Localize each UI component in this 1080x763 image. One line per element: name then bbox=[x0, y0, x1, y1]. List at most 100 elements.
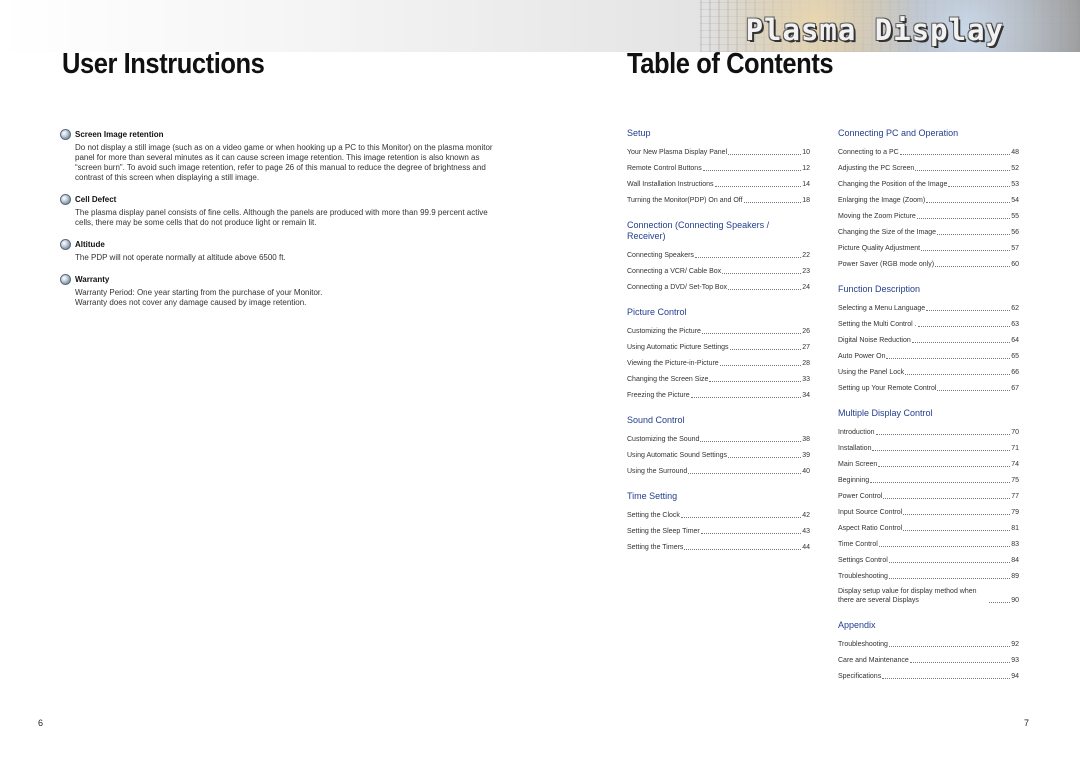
toc-section: Picture Control Customizing the Picture 26… bbox=[627, 307, 810, 403]
toc-entry[interactable]: Setting the Sleep Timer 43 bbox=[627, 523, 810, 539]
toc-entry-page: 89 bbox=[1011, 573, 1019, 580]
toc-entry[interactable]: Using the Panel Lock 66 bbox=[838, 364, 1019, 380]
toc-entry-page: 62 bbox=[1011, 305, 1019, 312]
toc-entry[interactable]: Setting up Your Remote Control 67 bbox=[838, 380, 1019, 396]
toc-entry-page: 27 bbox=[802, 344, 810, 351]
dot-leader bbox=[903, 530, 1011, 531]
dot-leader bbox=[926, 310, 1011, 311]
toc-entry[interactable]: Care and Maintenance 93 bbox=[838, 652, 1019, 668]
toc-entry[interactable]: Viewing the Picture-in-Picture 28 bbox=[627, 355, 810, 371]
toc-entry[interactable]: Customizing the Picture 26 bbox=[627, 323, 810, 339]
toc-section: Appendix Troubleshooting 92 Care and Mainte… bbox=[838, 620, 1019, 684]
toc-entry-label: Time Control bbox=[838, 541, 878, 548]
toc-entry[interactable]: Specifications 94 bbox=[838, 668, 1019, 684]
toc-entry[interactable]: Troubleshooting 89 bbox=[838, 568, 1019, 584]
toc-entry[interactable]: Using the Surround 40 bbox=[627, 463, 810, 479]
toc-entry-label: Turning the Monitor(PDP) On and Off bbox=[627, 197, 743, 204]
dot-leader bbox=[886, 358, 1011, 359]
toc-entry[interactable]: Installation 71 bbox=[838, 440, 1019, 456]
toc-entry[interactable]: Setting the Timers 44 bbox=[627, 539, 810, 555]
toc-entry-label: Setting the Sleep Timer bbox=[627, 528, 700, 535]
toc-entry-label: Selecting a Menu Language bbox=[838, 305, 926, 312]
toc-entry[interactable]: Power Control 77 bbox=[838, 488, 1019, 504]
toc-entry[interactable]: Beginning 75 bbox=[838, 472, 1019, 488]
toc-entry[interactable]: Freezing the Picture 34 bbox=[627, 387, 810, 403]
toc-entry-label: Customizing the Sound bbox=[627, 436, 700, 443]
toc-section: Multiple Display Control Introduction 70 In… bbox=[838, 408, 1019, 608]
toc-entry[interactable]: Moving the Zoom Picture 55 bbox=[838, 208, 1019, 224]
toc-entry[interactable]: Main Screen 74 bbox=[838, 456, 1019, 472]
dot-leader bbox=[701, 333, 802, 334]
toc-entry[interactable]: Connecting a DVD/ Set-Top Box 24 bbox=[627, 279, 810, 295]
toc-section-title: Picture Control bbox=[627, 307, 687, 317]
toc-entry[interactable]: Power Saver (RGB mode only) 60 bbox=[838, 256, 1019, 272]
dot-leader bbox=[911, 342, 1011, 343]
toc-entry[interactable]: Turning the Monitor(PDP) On and Off 18 bbox=[627, 192, 810, 208]
toc-entry[interactable]: Using Automatic Picture Settings 27 bbox=[627, 339, 810, 355]
dot-leader bbox=[870, 482, 1011, 483]
toc-entry[interactable]: Changing the Screen Size 33 bbox=[627, 371, 810, 387]
note-body: The plasma display panel consists of fin… bbox=[60, 208, 500, 228]
toc-entry-label: Moving the Zoom Picture bbox=[838, 213, 916, 220]
note-title-text: Screen Image retention bbox=[75, 129, 164, 139]
dot-leader bbox=[728, 289, 802, 290]
note-section: Altitude The PDP will not operate normall… bbox=[60, 238, 500, 263]
toc-entry[interactable]: Connecting a VCR/ Cable Box 23 bbox=[627, 263, 810, 279]
toc-entry[interactable]: Introduction 70 bbox=[838, 424, 1019, 440]
toc-entry[interactable]: Time Control 83 bbox=[838, 536, 1019, 552]
toc-section-title: Connecting PC and Operation bbox=[838, 128, 959, 138]
toc-entry[interactable]: Picture Quality Adjustment 57 bbox=[838, 240, 1019, 256]
toc-entry-page: 18 bbox=[802, 197, 810, 204]
dot-leader bbox=[888, 562, 1011, 563]
dot-leader bbox=[926, 202, 1011, 203]
toc-entry-label: Care and Maintenance bbox=[838, 657, 909, 664]
toc-entry-page: 79 bbox=[1011, 509, 1019, 516]
toc-section-title: Time Setting bbox=[627, 491, 678, 501]
toc-entry-label: Setting the Timers bbox=[627, 544, 684, 551]
dot-leader bbox=[709, 381, 802, 382]
toc-entry-page: 14 bbox=[802, 181, 810, 188]
toc-entry-label: Introduction bbox=[838, 429, 875, 436]
toc-entry[interactable]: Connecting Speakers 22 bbox=[627, 247, 810, 263]
toc-entry-label: Power Control bbox=[838, 493, 883, 500]
toc-entry-label: Digital Noise Reduction bbox=[838, 337, 911, 344]
toc-entry-page: 26 bbox=[802, 328, 810, 335]
toc-column-left: Setup Your New Plasma Display Panel 10 Remo… bbox=[627, 128, 810, 567]
toc-entry[interactable]: Setting the Clock 42 bbox=[627, 507, 810, 523]
bullet-icon bbox=[60, 273, 71, 285]
toc-entry[interactable]: Selecting a Menu Language 62 bbox=[838, 300, 1019, 316]
dot-leader bbox=[888, 646, 1011, 647]
toc-entry[interactable]: Input Source Control 79 bbox=[838, 504, 1019, 520]
toc-entry-page: 34 bbox=[802, 392, 810, 399]
toc-entry-label: Changing the Position of the Image bbox=[838, 181, 948, 188]
toc-entry-page: 64 bbox=[1011, 337, 1019, 344]
toc-entry[interactable]: Display setup value for display method w… bbox=[838, 584, 1019, 608]
toc-entry[interactable]: Changing the Position of the Image 53 bbox=[838, 176, 1019, 192]
toc-entry[interactable]: Aspect Ratio Control 81 bbox=[838, 520, 1019, 536]
dot-leader bbox=[937, 390, 1011, 391]
dot-leader bbox=[728, 457, 802, 458]
toc-entry[interactable]: Customizing the Sound 38 bbox=[627, 431, 810, 447]
toc-entry[interactable]: Settings Control 84 bbox=[838, 552, 1019, 568]
toc-entry[interactable]: Auto Power On 65 bbox=[838, 348, 1019, 364]
toc-entry[interactable]: Your New Plasma Display Panel 10 bbox=[627, 144, 810, 160]
toc-entry[interactable]: Setting the Multi Control . 63 bbox=[838, 316, 1019, 332]
toc-entry[interactable]: Changing the Size of the Image 56 bbox=[838, 224, 1019, 240]
toc-entry[interactable]: Remote Control Buttons 12 bbox=[627, 160, 810, 176]
toc-entry-label: Troubleshooting bbox=[838, 641, 888, 648]
toc-section: Setup Your New Plasma Display Panel 10 Remo… bbox=[627, 128, 810, 208]
toc-entry-page: 77 bbox=[1011, 493, 1019, 500]
toc-section: Function Description Selecting a Menu Lan… bbox=[838, 284, 1019, 396]
bullet-icon bbox=[60, 193, 71, 205]
toc-entry[interactable]: Connecting to a PC 48 bbox=[838, 144, 1019, 160]
toc-entry[interactable]: Digital Noise Reduction 64 bbox=[838, 332, 1019, 348]
toc-entry-label: Aspect Ratio Control bbox=[838, 525, 903, 532]
toc-entry[interactable]: Enlarging the Image (Zoom) 54 bbox=[838, 192, 1019, 208]
toc-entry[interactable]: Wall Installation Instructions 14 bbox=[627, 176, 810, 192]
toc-section: Time Setting Setting the Clock 42 Setting t… bbox=[627, 491, 810, 555]
toc-entry[interactable]: Using Automatic Sound Settings 39 bbox=[627, 447, 810, 463]
toc-entry[interactable]: Troubleshooting 92 bbox=[838, 636, 1019, 652]
toc-entry[interactable]: Adjusting the PC Screen 52 bbox=[838, 160, 1019, 176]
toc-heading: Table of Contents bbox=[627, 48, 834, 80]
toc-entry-label: Picture Quality Adjustment bbox=[838, 245, 921, 252]
